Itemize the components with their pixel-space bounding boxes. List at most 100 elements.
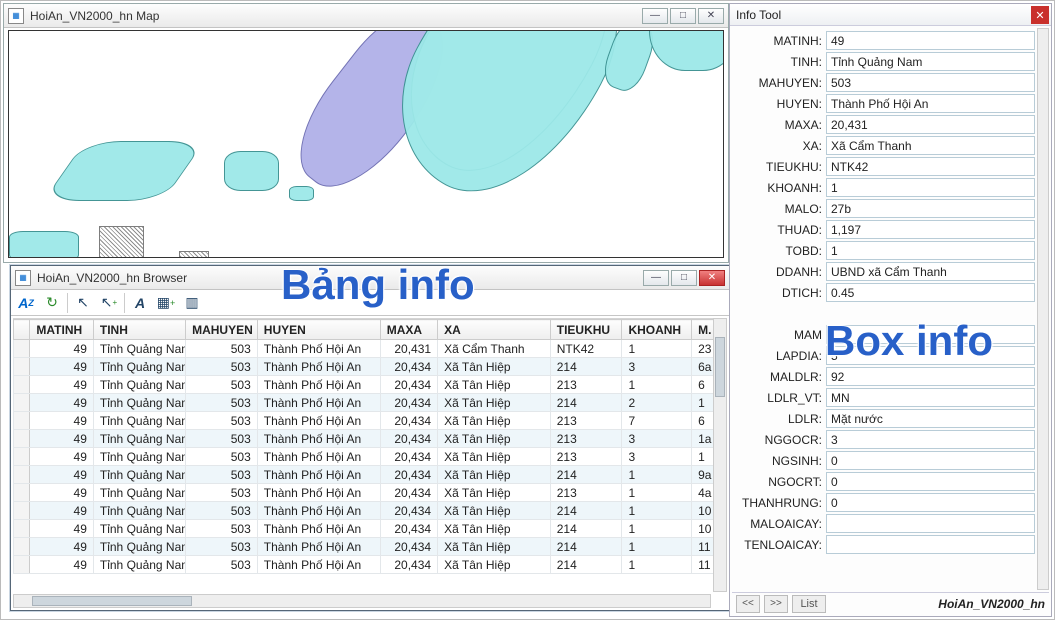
col-header[interactable]: KHOANH [622,320,692,340]
map-window: ▦ HoiAn_VN2000_hn Map — □ ✕ [3,3,729,263]
maximize-button[interactable]: □ [670,8,696,24]
info-label: KHOANH: [732,181,826,195]
table-row[interactable]: 49Tỉnh Quảng Nam503Thành Phố Hội An20,43… [14,538,727,556]
sort-az-button[interactable]: AZ [15,292,37,314]
info-label: DTICH: [732,286,826,300]
add-pointer-button[interactable]: ↖+ [98,292,120,314]
next-button[interactable]: >> [764,595,788,613]
browser-table-wrap: MATINHTINHMAHUYENHUYENMAXAXATIEUKHUKHOAN… [13,318,727,592]
col-header[interactable]: TIEUKHU [550,320,622,340]
info-row: THUAD:1,197 [732,219,1035,240]
table-row[interactable]: 49Tỉnh Quảng Nam503Thành Phố Hội An20,43… [14,358,727,376]
info-value[interactable]: Mặt nước [826,409,1035,428]
info-row: TIEUKHU:NTK42 [732,156,1035,177]
info-value[interactable] [826,514,1035,533]
info-value[interactable] [826,535,1035,554]
info-label: THUAD: [732,223,826,237]
info-value[interactable]: Thành Phố Hội An [826,94,1035,113]
info-value[interactable]: 1 [826,241,1035,260]
table-row[interactable]: 49Tỉnh Quảng Nam503Thành Phố Hội An20,43… [14,340,727,358]
browser-table[interactable]: MATINHTINHMAHUYENHUYENMAXAXATIEUKHUKHOAN… [13,319,727,574]
browser-window: ▦ HoiAn_VN2000_hn Browser — □ ✕ AZ ↻ ↖ ↖… [10,265,730,611]
table-row[interactable]: 49Tỉnh Quảng Nam503Thành Phố Hội An20,43… [14,430,727,448]
info-label: THANHRUNG: [732,496,826,510]
info-panel-close[interactable]: ✕ [1031,6,1049,24]
list-button[interactable]: List [792,595,826,613]
info-label: XA: [732,139,826,153]
col-header[interactable]: HUYEN [257,320,380,340]
app-icon: ▦ [8,8,24,24]
minimize-button[interactable]: — [643,270,669,286]
info-value[interactable]: Tỉnh Quảng Nam [826,52,1035,71]
info-value[interactable]: 49 [826,31,1035,50]
info-footer-label: HoiAn_VN2000_hn [938,597,1045,611]
vscrollbar[interactable] [713,318,727,592]
col-header[interactable]: MAXA [380,320,437,340]
info-row: NGOCRT:0 [732,471,1035,492]
table-row[interactable]: 49Tỉnh Quảng Nam503Thành Phố Hội An20,43… [14,556,727,574]
info-value[interactable]: UBND xã Cẩm Thanh [826,262,1035,281]
info-value[interactable]: MN [826,388,1035,407]
info-value[interactable]: Xã Cẩm Thanh [826,136,1035,155]
maximize-button[interactable]: □ [671,270,697,286]
info-value[interactable]: 1,197 [826,220,1035,239]
info-row: TENLOAICAY: [732,534,1035,555]
col-header[interactable]: XA [438,320,551,340]
info-value[interactable]: 0.45 [826,283,1035,302]
info-value[interactable]: 92 [826,367,1035,386]
info-label: LDLR: [732,412,826,426]
prev-button[interactable]: << [736,595,760,613]
info-value[interactable]: 0 [826,493,1035,512]
font-button[interactable]: A [129,292,151,314]
hscrollbar[interactable] [13,594,711,608]
info-label: NGGOCR: [732,433,826,447]
info-label: TIEUKHU: [732,160,826,174]
info-value[interactable]: 0 [826,451,1035,470]
table-row[interactable]: 49Tỉnh Quảng Nam503Thành Phố Hội An20,43… [14,520,727,538]
map-canvas[interactable] [8,30,724,258]
add-field-button[interactable]: ▦+ [155,292,177,314]
info-vscrollbar[interactable] [1037,28,1049,590]
table-row[interactable]: 49Tỉnh Quảng Nam503Thành Phố Hội An20,43… [14,376,727,394]
map-titlebar[interactable]: ▦ HoiAn_VN2000_hn Map — □ ✕ [4,4,728,28]
table-row[interactable]: 49Tỉnh Quảng Nam503Thành Phố Hội An20,43… [14,502,727,520]
table-row[interactable]: 49Tỉnh Quảng Nam503Thành Phố Hội An20,43… [14,466,727,484]
table-row[interactable]: 49Tỉnh Quảng Nam503Thành Phố Hội An20,43… [14,394,727,412]
minimize-button[interactable]: — [642,8,668,24]
info-value[interactable]: 20,431 [826,115,1035,134]
close-button[interactable]: ✕ [699,270,725,286]
info-label: MALO: [732,202,826,216]
info-panel-title[interactable]: Info Tool [730,4,1051,26]
info-label: NGSINH: [732,454,826,468]
col-header[interactable]: TINH [93,320,185,340]
table-row[interactable]: 49Tỉnh Quảng Nam503Thành Phố Hội An20,43… [14,412,727,430]
pointer-button[interactable]: ↖ [72,292,94,314]
info-row: MALO:27b [732,198,1035,219]
info-row: LDLR:Mặt nước [732,408,1035,429]
info-label: HUYEN: [732,97,826,111]
close-button[interactable]: ✕ [698,8,724,24]
info-value[interactable] [826,325,1035,344]
table-row[interactable]: 49Tỉnh Quảng Nam503Thành Phố Hội An20,43… [14,448,727,466]
info-value[interactable]: 5 [826,346,1035,365]
info-row: LAPDIA:5 [732,345,1035,366]
options-button[interactable]: ▥ [181,292,203,314]
info-value[interactable]: NTK42 [826,157,1035,176]
info-value[interactable]: 27b [826,199,1035,218]
refresh-button[interactable]: ↻ [41,292,63,314]
col-header[interactable]: MATINH [30,320,94,340]
table-row[interactable]: 49Tỉnh Quảng Nam503Thành Phố Hội An20,43… [14,484,727,502]
browser-titlebar[interactable]: ▦ HoiAn_VN2000_hn Browser — □ ✕ [11,266,729,290]
info-panel-title-text: Info Tool [736,8,781,22]
info-value[interactable]: 503 [826,73,1035,92]
info-value[interactable]: 3 [826,430,1035,449]
info-label: TINH: [732,55,826,69]
info-panel: Info Tool ✕ MATINH:49 TINH:Tỉnh Quảng Nam… [729,3,1052,617]
info-row: MATINH:49 [732,30,1035,51]
info-value[interactable]: 1 [826,178,1035,197]
info-value[interactable]: 0 [826,472,1035,491]
info-label: LDLR_VT: [732,391,826,405]
info-row: TOBD:1 [732,240,1035,261]
col-header[interactable]: MAHUYEN [186,320,258,340]
info-label: MALDLR: [732,370,826,384]
